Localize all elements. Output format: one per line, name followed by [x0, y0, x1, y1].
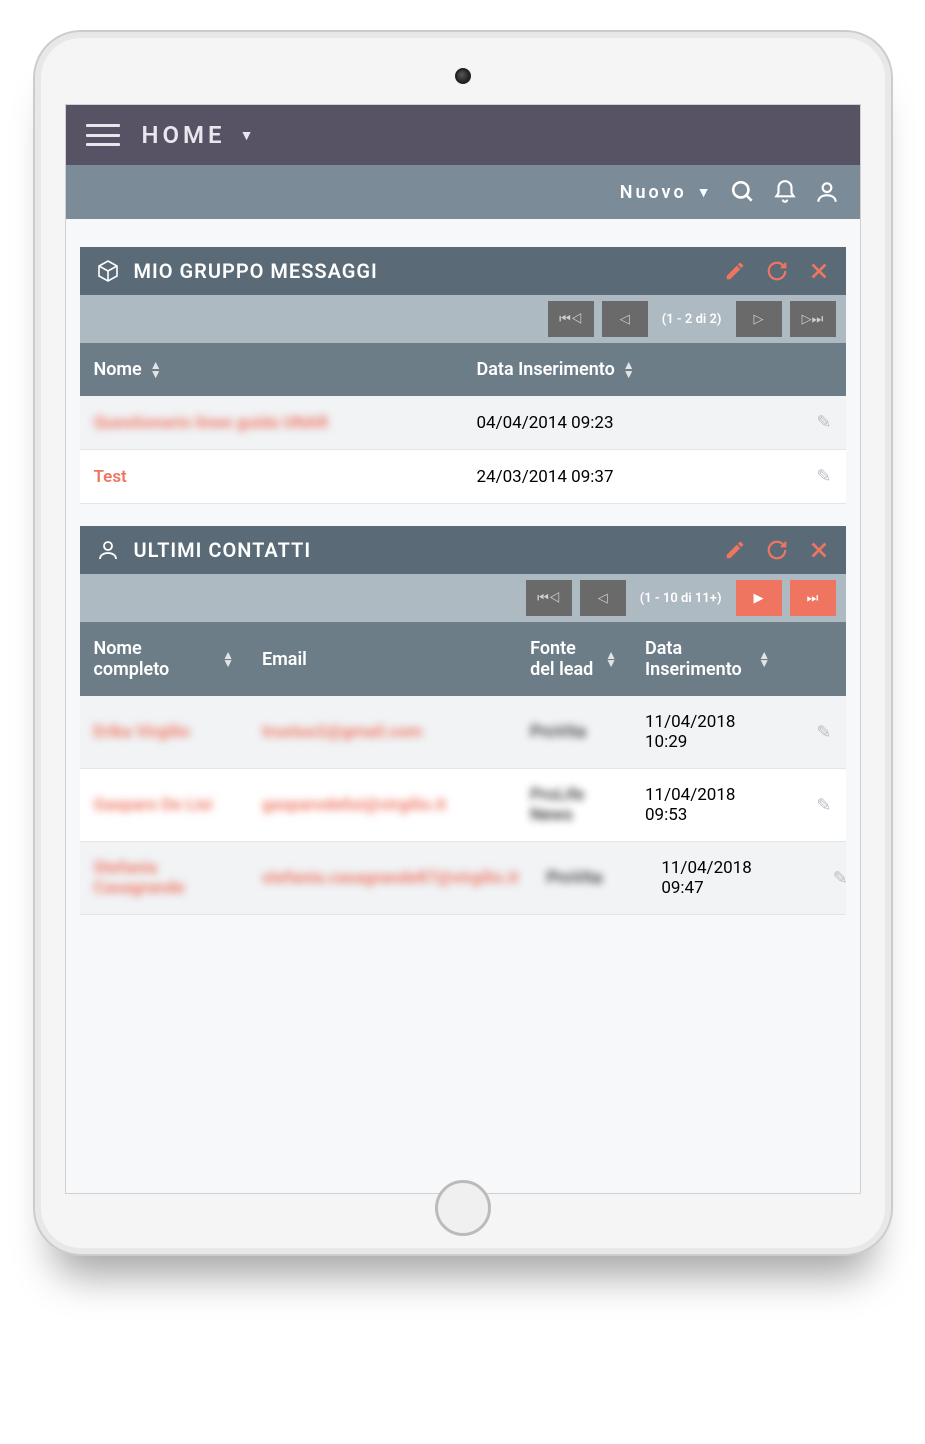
panel-header: ULTIMI CONTATTI — [80, 526, 846, 574]
pager-prev-icon[interactable]: ◁ — [602, 301, 648, 337]
search-icon[interactable] — [730, 179, 756, 205]
close-icon[interactable] — [808, 260, 830, 282]
cube-icon — [96, 259, 120, 283]
secondary-toolbar: Nuovo ▼ — [66, 165, 860, 219]
row-name-link[interactable]: Erika Virgilio — [94, 722, 190, 742]
sort-icon: ▲▼ — [150, 361, 162, 378]
tablet-frame: HOME ▼ Nuovo ▼ — [33, 30, 893, 1256]
table-row: Test 24/03/2014 09:37 ✎ — [80, 450, 846, 504]
column-label: Email — [262, 649, 307, 670]
user-icon — [96, 538, 120, 562]
menu-icon[interactable] — [86, 124, 120, 146]
row-date: 24/03/2014 09:37 — [463, 451, 785, 503]
pager-last-icon[interactable]: ▷⏭ — [790, 301, 836, 337]
pager-prev-icon[interactable]: ◁ — [580, 580, 626, 616]
pager: ⏮◁ ◁ (1 - 10 di 11+) ▶ ⏭ — [80, 574, 846, 622]
row-date: 11/04/2018 09:53 — [631, 769, 784, 841]
pager-next-icon[interactable]: ▶ — [736, 580, 782, 616]
column-header-nome-completo[interactable]: Nome completo ▲▼ — [80, 622, 249, 696]
table-body: Questionario linee guida UNAR 04/04/2014… — [80, 396, 846, 504]
panel-actions — [724, 260, 830, 282]
edit-row-icon[interactable]: ✎ — [816, 722, 831, 743]
row-email[interactable]: trustuo2@gmail.com — [262, 722, 422, 742]
column-header-fonte-lead[interactable]: Fonte del lead ▲▼ — [516, 622, 631, 696]
user-icon[interactable] — [814, 179, 840, 205]
table-row: Erika Virgilio trustuo2@gmail.com ProVit… — [80, 696, 846, 769]
row-name-link[interactable]: Stefania Casagrande — [94, 858, 185, 898]
pager-next-icon[interactable]: ▷ — [736, 301, 782, 337]
table-row: Questionario linee guida UNAR 04/04/2014… — [80, 396, 846, 450]
tablet-camera — [455, 68, 471, 84]
row-date: 11/04/2018 10:29 — [631, 696, 784, 768]
row-source: ProLife News — [530, 785, 584, 825]
row-email[interactable]: gasparodelisi@virgilio.it — [262, 795, 446, 815]
panel-title: ULTIMI CONTATTI — [134, 538, 724, 562]
refresh-icon[interactable] — [766, 539, 788, 561]
edit-icon[interactable] — [724, 539, 746, 561]
column-header-nome[interactable]: Nome ▲▼ — [80, 343, 463, 396]
column-header-data-inserimento[interactable]: Data Inserimento ▲▼ — [631, 622, 784, 696]
row-email[interactable]: stefania.casagrande87@virgilio.it — [262, 868, 518, 888]
column-header-data-inserimento[interactable]: Data Inserimento ▲▼ — [463, 343, 785, 396]
column-label: Data Inserimento — [645, 638, 750, 680]
column-label: Fonte del lead — [530, 638, 597, 680]
bell-icon[interactable] — [772, 179, 798, 205]
column-label: Nome — [94, 359, 142, 380]
row-name-link[interactable]: Gasparo De Lisi — [94, 795, 213, 815]
chevron-down-icon: ▼ — [240, 127, 258, 144]
sort-icon: ▲▼ — [605, 651, 617, 668]
pager-last-icon[interactable]: ⏭ — [790, 580, 836, 616]
pager: ⏮◁ ◁ (1 - 2 di 2) ▷ ▷⏭ — [80, 295, 846, 343]
column-header-email[interactable]: Email — [248, 622, 516, 696]
sort-icon: ▲▼ — [758, 651, 770, 668]
row-name-link[interactable]: Test — [94, 467, 127, 487]
close-icon[interactable] — [808, 539, 830, 561]
pager-range: (1 - 2 di 2) — [656, 312, 728, 327]
row-source: ProVita — [546, 868, 602, 888]
app-screen: HOME ▼ Nuovo ▼ — [65, 104, 861, 1194]
row-date: 11/04/2018 09:47 — [647, 842, 800, 914]
table-row: Gasparo De Lisi gasparodelisi@virgilio.i… — [80, 769, 846, 842]
row-name-link[interactable]: Questionario linee guida UNAR — [94, 413, 329, 433]
app-bar: HOME ▼ — [66, 105, 860, 165]
panel-mio-gruppo-messaggi: MIO GRUPPO MESSAGGI ⏮◁ — [80, 247, 846, 504]
edit-row-icon[interactable]: ✎ — [816, 466, 831, 487]
column-label: Data Inserimento — [477, 359, 615, 380]
tablet-home-button[interactable] — [435, 1180, 491, 1236]
edit-icon[interactable] — [724, 260, 746, 282]
panel-title: MIO GRUPPO MESSAGGI — [134, 259, 724, 283]
column-label: Nome completo — [94, 638, 215, 680]
content-area: MIO GRUPPO MESSAGGI ⏮◁ — [66, 219, 860, 1193]
chevron-down-icon: ▼ — [697, 184, 714, 201]
panel-header: MIO GRUPPO MESSAGGI — [80, 247, 846, 295]
table-body: Erika Virgilio trustuo2@gmail.com ProVit… — [80, 696, 846, 915]
pager-first-icon[interactable]: ⏮◁ — [526, 580, 572, 616]
panel-actions — [724, 539, 830, 561]
app-title-label: HOME — [142, 121, 226, 149]
app-title-dropdown[interactable]: HOME ▼ — [142, 121, 258, 149]
sort-icon: ▲▼ — [222, 651, 234, 668]
new-dropdown[interactable]: Nuovo ▼ — [620, 182, 714, 203]
sort-icon: ▲▼ — [623, 361, 635, 378]
edit-row-icon[interactable]: ✎ — [816, 795, 831, 816]
table-header-row: Nome completo ▲▼ Email Fonte del lead ▲▼… — [80, 622, 846, 696]
table-header-row: Nome ▲▼ Data Inserimento ▲▼ — [80, 343, 846, 396]
refresh-icon[interactable] — [766, 260, 788, 282]
row-source: ProVita — [530, 722, 586, 742]
new-label: Nuovo — [620, 182, 687, 203]
row-date: 04/04/2014 09:23 — [463, 397, 785, 449]
pager-range: (1 - 10 di 11+) — [634, 591, 728, 606]
panel-ultimi-contatti: ULTIMI CONTATTI ⏮◁ — [80, 526, 846, 915]
edit-row-icon[interactable]: ✎ — [816, 412, 831, 433]
edit-row-icon[interactable]: ✎ — [833, 868, 848, 889]
pager-first-icon[interactable]: ⏮◁ — [548, 301, 594, 337]
table-row: Stefania Casagrande stefania.casagrande8… — [80, 842, 846, 915]
